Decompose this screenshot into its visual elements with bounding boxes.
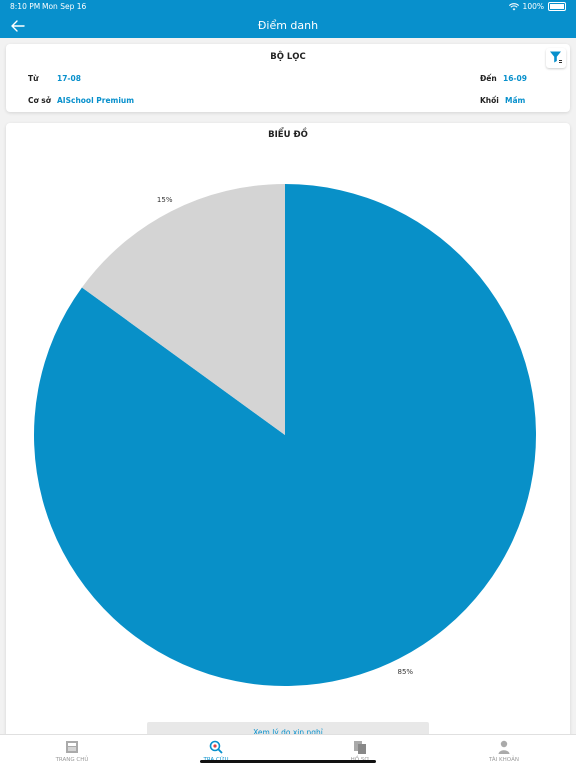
campus-label: Cơ sở bbox=[28, 96, 51, 105]
battery-icon bbox=[548, 2, 566, 11]
from-date-value[interactable]: 17-08 bbox=[57, 74, 81, 83]
filter-title: BỘ LỌC bbox=[270, 52, 306, 62]
grade-label: Khối bbox=[480, 96, 499, 105]
files-icon bbox=[352, 739, 368, 755]
filter-button[interactable] bbox=[546, 48, 566, 68]
battery-percent: 100% bbox=[522, 2, 544, 11]
campus-value[interactable]: AISchool Premium bbox=[57, 96, 134, 105]
newspaper-icon bbox=[64, 739, 80, 755]
tab-account[interactable]: TÀI KHOẢN bbox=[464, 737, 544, 767]
wifi-icon bbox=[508, 2, 519, 11]
pie-label-1: 15% bbox=[157, 196, 173, 204]
chart-card: BIỂU ĐỒ 85% 15% bbox=[6, 123, 570, 763]
tab-bar: TRANG CHỦ TRA CỨU HỒ SƠ TÀI KHOẢN bbox=[0, 734, 576, 769]
status-date: Mon Sep 16 bbox=[42, 2, 87, 11]
tab-account-label: TÀI KHOẢN bbox=[488, 757, 519, 763]
pie-chart: 85% 15% bbox=[33, 184, 537, 687]
tab-home[interactable]: TRANG CHỦ bbox=[32, 737, 112, 767]
home-indicator bbox=[200, 760, 376, 763]
tab-home-label: TRANG CHỦ bbox=[55, 757, 89, 763]
status-time: 8:10 PM bbox=[10, 2, 41, 11]
filter-icon bbox=[549, 49, 563, 68]
status-bar: 8:10 PM Mon Sep 16 100% bbox=[0, 0, 576, 14]
grade-value[interactable]: Mầm bbox=[505, 96, 525, 105]
filter-card: BỘ LỌC Từ 17-08 Đến 16-09 Cơ sở AISchool… bbox=[6, 44, 570, 112]
nav-bar: Điểm danh bbox=[0, 14, 576, 38]
status-right: 100% bbox=[508, 2, 566, 11]
from-label: Từ bbox=[28, 74, 39, 83]
user-icon bbox=[496, 739, 512, 755]
to-date-value[interactable]: 16-09 bbox=[503, 74, 527, 83]
to-label: Đến bbox=[480, 74, 497, 83]
page-title: Điểm danh bbox=[257, 19, 319, 32]
search-icon bbox=[208, 739, 224, 755]
pie-label-0: 85% bbox=[398, 668, 414, 676]
